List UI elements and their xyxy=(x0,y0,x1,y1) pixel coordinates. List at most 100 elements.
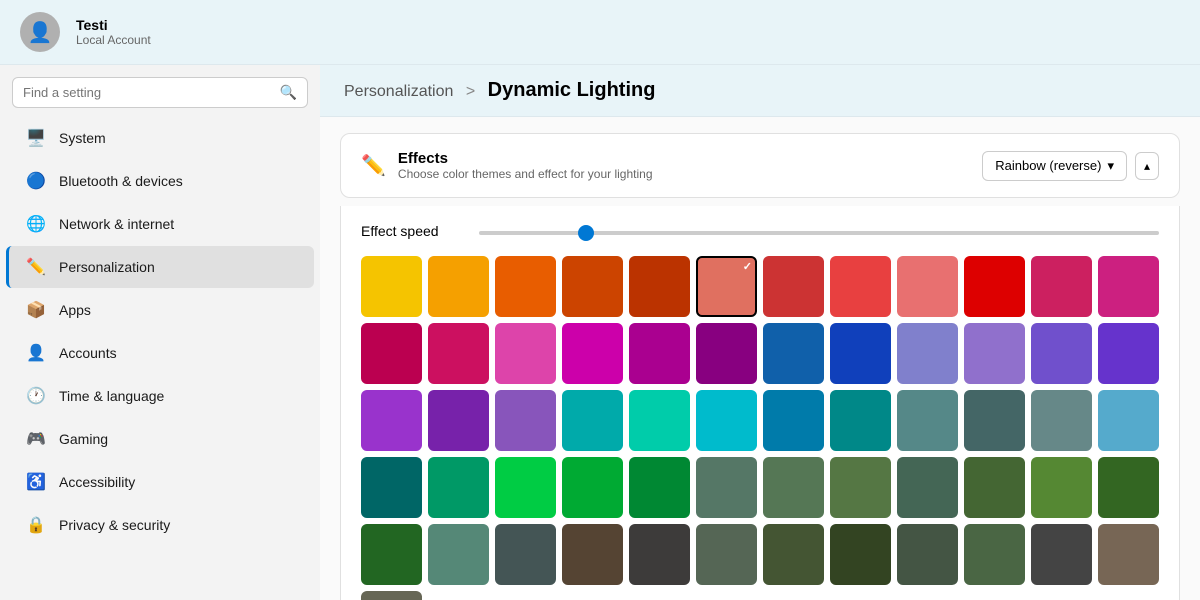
color-swatch[interactable] xyxy=(897,390,958,451)
sidebar-item-time[interactable]: 🕐 Time & language xyxy=(6,375,314,417)
color-swatch[interactable] xyxy=(428,323,489,384)
color-swatch[interactable] xyxy=(361,457,422,518)
color-swatch[interactable] xyxy=(629,256,690,317)
speed-slider[interactable] xyxy=(479,231,1159,235)
effects-text: Effects Choose color themes and effect f… xyxy=(398,150,653,181)
sidebar: 🔍 🖥️ System 🔵 Bluetooth & devices 🌐 Netw… xyxy=(0,65,320,600)
color-swatch[interactable] xyxy=(428,524,489,585)
effects-dropdown[interactable]: Rainbow (reverse) ▾ xyxy=(982,151,1127,181)
color-grid: ✓ xyxy=(361,256,1159,600)
color-swatch[interactable] xyxy=(495,524,556,585)
color-swatch[interactable] xyxy=(1098,256,1159,317)
sidebar-item-personalization[interactable]: ✏️ Personalization xyxy=(6,246,314,288)
color-swatch[interactable] xyxy=(562,256,623,317)
sidebar-item-privacy[interactable]: 🔒 Privacy & security xyxy=(6,504,314,546)
color-swatch[interactable] xyxy=(696,524,757,585)
color-swatch[interactable]: ✓ xyxy=(696,256,757,317)
sidebar-item-accessibility[interactable]: ♿ Accessibility xyxy=(6,461,314,503)
color-swatch[interactable] xyxy=(1031,524,1092,585)
collapse-button[interactable]: ▴ xyxy=(1135,152,1159,180)
color-swatch[interactable] xyxy=(1098,390,1159,451)
color-swatch[interactable] xyxy=(361,256,422,317)
color-swatch[interactable] xyxy=(964,323,1025,384)
color-swatch[interactable] xyxy=(763,323,824,384)
color-swatch[interactable] xyxy=(495,457,556,518)
main-layout: 🔍 🖥️ System 🔵 Bluetooth & devices 🌐 Netw… xyxy=(0,65,1200,600)
nav-list: 🖥️ System 🔵 Bluetooth & devices 🌐 Networ… xyxy=(0,116,320,547)
color-swatch[interactable] xyxy=(696,390,757,451)
color-swatch[interactable] xyxy=(428,457,489,518)
color-swatch[interactable] xyxy=(562,524,623,585)
color-swatch[interactable] xyxy=(830,457,891,518)
color-swatch[interactable] xyxy=(763,256,824,317)
search-box[interactable]: 🔍 xyxy=(12,77,308,108)
color-swatch[interactable] xyxy=(629,323,690,384)
breadcrumb-parent: Personalization xyxy=(344,83,453,100)
color-swatch[interactable] xyxy=(696,323,757,384)
sidebar-item-gaming[interactable]: 🎮 Gaming xyxy=(6,418,314,460)
color-swatch[interactable] xyxy=(964,457,1025,518)
color-swatch[interactable] xyxy=(830,524,891,585)
color-swatch[interactable] xyxy=(897,323,958,384)
color-swatch[interactable] xyxy=(763,390,824,451)
color-swatch[interactable] xyxy=(1031,323,1092,384)
color-swatch[interactable] xyxy=(428,256,489,317)
content-area: Personalization > Dynamic Lighting ✏️ Ef… xyxy=(320,65,1200,600)
color-swatch[interactable] xyxy=(1031,390,1092,451)
color-swatch[interactable] xyxy=(964,256,1025,317)
sidebar-label-gaming: Gaming xyxy=(59,431,108,447)
color-swatch[interactable] xyxy=(361,591,422,600)
color-swatch[interactable] xyxy=(964,390,1025,451)
chevron-up-icon: ▴ xyxy=(1144,159,1150,173)
color-swatch[interactable] xyxy=(361,390,422,451)
sidebar-item-system[interactable]: 🖥️ System xyxy=(6,117,314,159)
privacy-icon: 🔒 xyxy=(25,514,47,536)
color-swatch[interactable] xyxy=(562,457,623,518)
color-swatch[interactable] xyxy=(562,390,623,451)
color-swatch[interactable] xyxy=(629,457,690,518)
effects-title: Effects xyxy=(398,150,653,167)
user-role: Local Account xyxy=(76,33,151,47)
color-swatch[interactable] xyxy=(495,390,556,451)
color-swatch[interactable] xyxy=(1098,524,1159,585)
sidebar-item-accounts[interactable]: 👤 Accounts xyxy=(6,332,314,374)
color-swatch[interactable] xyxy=(696,457,757,518)
sidebar-item-network[interactable]: 🌐 Network & internet xyxy=(6,203,314,245)
sidebar-label-apps: Apps xyxy=(59,302,91,318)
sidebar-label-accounts: Accounts xyxy=(59,345,117,361)
color-swatch[interactable] xyxy=(428,390,489,451)
color-swatch[interactable] xyxy=(361,524,422,585)
color-swatch[interactable] xyxy=(763,457,824,518)
avatar: 👤 xyxy=(20,12,60,52)
avatar-icon: 👤 xyxy=(28,20,53,45)
color-swatch[interactable] xyxy=(361,323,422,384)
sidebar-item-apps[interactable]: 📦 Apps xyxy=(6,289,314,331)
color-swatch[interactable] xyxy=(1031,256,1092,317)
color-swatch[interactable] xyxy=(629,524,690,585)
color-swatch[interactable] xyxy=(897,256,958,317)
sidebar-label-privacy: Privacy & security xyxy=(59,517,170,533)
speed-label: Effect speed xyxy=(361,223,439,239)
color-swatch[interactable] xyxy=(495,323,556,384)
effects-subtitle: Choose color themes and effect for your … xyxy=(398,167,653,181)
color-swatch[interactable] xyxy=(763,524,824,585)
accessibility-icon: ♿ xyxy=(25,471,47,493)
color-swatch[interactable] xyxy=(1098,457,1159,518)
color-swatch[interactable] xyxy=(964,524,1025,585)
search-input[interactable] xyxy=(23,85,272,100)
color-swatch[interactable] xyxy=(562,323,623,384)
effects-left: ✏️ Effects Choose color themes and effec… xyxy=(361,150,653,181)
color-swatch[interactable] xyxy=(1098,323,1159,384)
color-swatch[interactable] xyxy=(629,390,690,451)
sidebar-label-accessibility: Accessibility xyxy=(59,474,135,490)
color-swatch[interactable] xyxy=(897,524,958,585)
system-icon: 🖥️ xyxy=(25,127,47,149)
color-swatch[interactable] xyxy=(830,390,891,451)
breadcrumb: Personalization > Dynamic Lighting xyxy=(320,65,1200,117)
color-swatch[interactable] xyxy=(897,457,958,518)
color-swatch[interactable] xyxy=(495,256,556,317)
color-swatch[interactable] xyxy=(830,256,891,317)
color-swatch[interactable] xyxy=(830,323,891,384)
sidebar-item-bluetooth[interactable]: 🔵 Bluetooth & devices xyxy=(6,160,314,202)
color-swatch[interactable] xyxy=(1031,457,1092,518)
